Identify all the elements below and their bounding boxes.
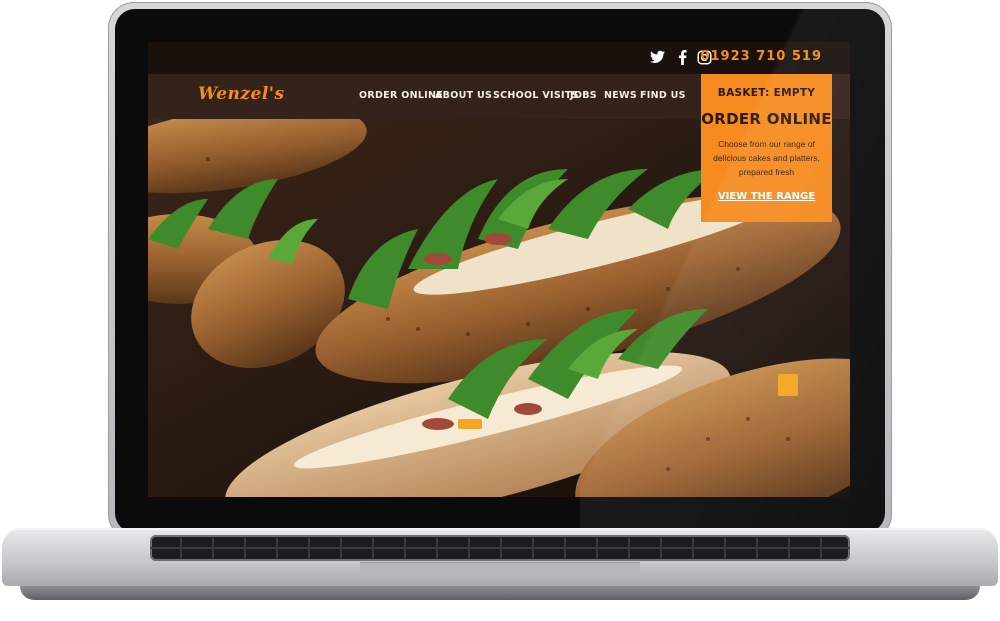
site-logo[interactable]: Wenzel's — [198, 84, 285, 104]
laptop-base-bottom — [20, 586, 980, 600]
basket-status[interactable]: BASKET: EMPTY — [701, 87, 832, 99]
view-range-link[interactable]: VIEW THE RANGE — [701, 191, 832, 202]
laptop-screen: 01923 710 519 Wenzel's ORDER ONLINE ABOU… — [148, 42, 850, 497]
nav-find-us[interactable]: FIND US — [640, 90, 686, 101]
nav-order-online[interactable]: ORDER ONLINE — [359, 90, 443, 101]
order-panel-title: ORDER ONLINE — [701, 110, 832, 128]
order-online-panel: BASKET: EMPTY ORDER ONLINE Choose from o… — [701, 74, 832, 222]
nav-jobs[interactable]: JOBS — [570, 90, 597, 101]
nav-about-us[interactable]: ABOUT US — [435, 90, 492, 101]
nav-school-visits[interactable]: SCHOOL VISITS — [493, 90, 579, 101]
keyboard-row-divider — [150, 547, 850, 549]
top-bar: 01923 710 519 — [148, 42, 850, 74]
facebook-icon[interactable] — [678, 50, 694, 66]
laptop-trackpad — [360, 562, 640, 576]
order-panel-description: Choose from our range of delicious cakes… — [713, 139, 820, 177]
twitter-icon[interactable] — [650, 50, 666, 66]
nav-news[interactable]: NEWS — [604, 90, 637, 101]
phone-number[interactable]: 01923 710 519 — [700, 49, 822, 64]
